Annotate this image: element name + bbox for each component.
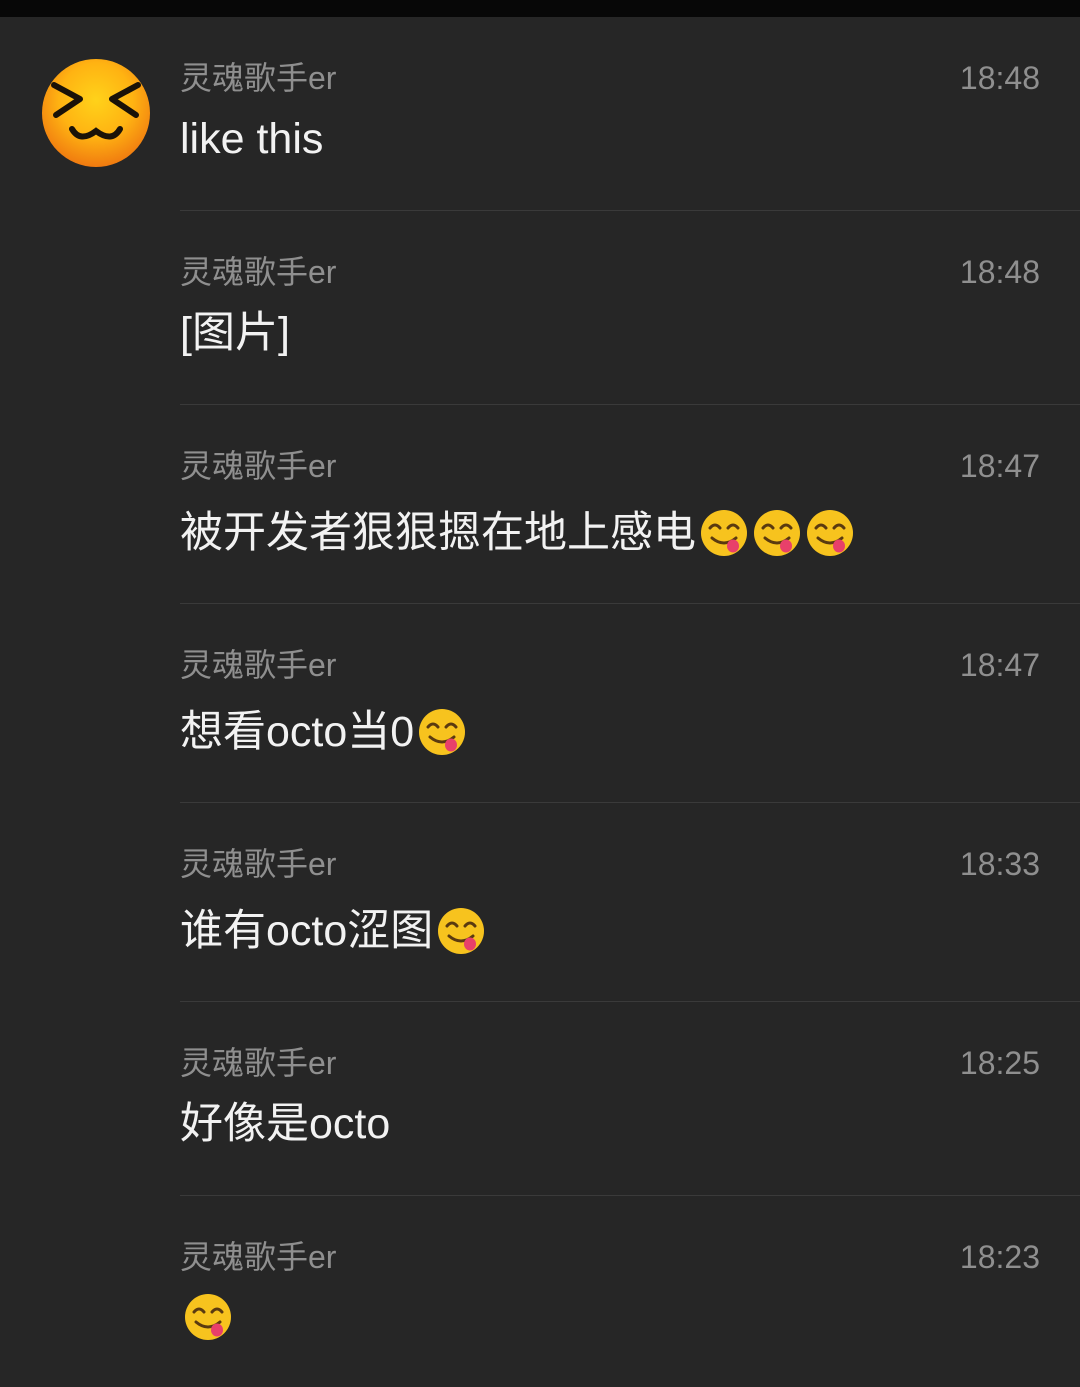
message-item[interactable]: 灵魂歌手er 18:47 想看octo当0 bbox=[0, 604, 1080, 803]
sender-name: 灵魂歌手er bbox=[180, 846, 337, 882]
message-item[interactable]: 灵魂歌手er 18:47 被开发者狠狠摁在地上感电 bbox=[0, 405, 1080, 604]
message-time: 18:48 bbox=[959, 254, 1040, 290]
sender-name: 灵魂歌手er bbox=[180, 1045, 337, 1081]
emoji-group bbox=[414, 707, 467, 757]
sender-name: 灵魂歌手er bbox=[180, 448, 337, 484]
message-item[interactable]: 灵魂歌手er 18:48 like this bbox=[0, 17, 1080, 211]
message-text bbox=[180, 1292, 233, 1342]
face-savoring-food-emoji-icon bbox=[419, 709, 466, 755]
message-text: 谁有octo涩图 bbox=[180, 903, 486, 959]
message-text: [图片] bbox=[180, 305, 290, 361]
avatar[interactable] bbox=[42, 59, 150, 167]
face-savoring-food-emoji-icon bbox=[754, 510, 800, 556]
message-text-content: like this bbox=[180, 115, 324, 163]
sender-name: 灵魂歌手er bbox=[180, 60, 337, 96]
face-savoring-food-emoji-icon bbox=[438, 908, 485, 954]
message-time: 18:47 bbox=[959, 647, 1040, 683]
face-savoring-food-emoji-icon bbox=[185, 1294, 231, 1340]
message-time: 18:23 bbox=[959, 1239, 1040, 1275]
message-item[interactable]: 灵魂歌手er 18:48 [图片] bbox=[0, 211, 1080, 405]
message-time: 18:48 bbox=[959, 60, 1040, 96]
message-time: 18:47 bbox=[959, 448, 1040, 484]
face-savoring-food-emoji-icon bbox=[701, 510, 747, 556]
message-text-content: 想看octo当0 bbox=[180, 708, 415, 756]
sender-name: 灵魂歌手er bbox=[180, 1239, 337, 1275]
message-text: 想看octo当0 bbox=[180, 704, 467, 760]
message-item[interactable]: 灵魂歌手er 18:23 bbox=[0, 1196, 1080, 1386]
message-text-content: 谁有octo涩图 bbox=[180, 907, 434, 955]
message-text: like this bbox=[180, 111, 323, 167]
emoji-group bbox=[180, 1292, 233, 1342]
message-text-content: 好像是octo bbox=[180, 1100, 391, 1148]
emoji-group bbox=[433, 906, 486, 956]
message-text-content: [图片] bbox=[180, 309, 290, 357]
message-text-content: 被开发者狠狠摁在地上感电 bbox=[180, 509, 696, 557]
status-bar bbox=[0, 0, 1080, 17]
message-item[interactable]: 灵魂歌手er 18:33 谁有octo涩图 bbox=[0, 803, 1080, 1002]
message-time: 18:33 bbox=[959, 846, 1040, 882]
message-time: 18:25 bbox=[959, 1045, 1040, 1081]
emoji-group bbox=[696, 508, 855, 558]
message-list[interactable]: 灵魂歌手er 18:48 like this 灵魂歌手er 18:48 [图片]… bbox=[0, 17, 1080, 1386]
message-text: 好像是octo bbox=[180, 1096, 390, 1152]
message-text: 被开发者狠狠摁在地上感电 bbox=[180, 505, 855, 561]
sender-name: 灵魂歌手er bbox=[180, 254, 337, 290]
sender-name: 灵魂歌手er bbox=[180, 647, 337, 683]
face-savoring-food-emoji-icon bbox=[807, 510, 853, 556]
message-item[interactable]: 灵魂歌手er 18:25 好像是octo bbox=[0, 1002, 1080, 1196]
